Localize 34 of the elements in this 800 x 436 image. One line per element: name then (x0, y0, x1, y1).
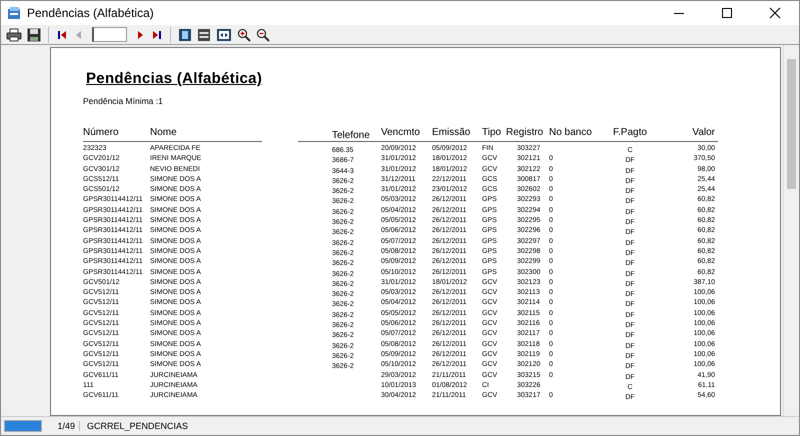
zoom-in-icon (238, 28, 251, 42)
column-header: Vencmto (381, 127, 421, 139)
report-subtitle: Pendência Mínima :1 (83, 96, 163, 106)
column-header: No banco (549, 127, 593, 139)
minimize-icon[interactable] (674, 13, 684, 14)
report-name: GCRREL_PENDENCIAS (86, 421, 188, 431)
page-count: 1/49 (45, 421, 80, 431)
save-button[interactable] (25, 26, 43, 44)
page-width-icon (198, 28, 210, 40)
app-icon (8, 7, 20, 19)
last-page-icon (153, 30, 161, 38)
column-header: Telefone (332, 130, 371, 142)
maximize-icon[interactable] (722, 8, 732, 18)
window-title: Pendências (Alfabética) (27, 6, 155, 20)
fit-page-icon (217, 28, 231, 40)
print-icon (6, 28, 22, 41)
save-icon (28, 28, 40, 41)
page-icon (179, 28, 191, 40)
column-header: Nome (150, 127, 178, 139)
close-icon[interactable] (770, 8, 780, 18)
column-header: Número (83, 127, 120, 139)
scrollbar-thumb[interactable] (787, 59, 796, 189)
column-header: Emissão (432, 127, 472, 139)
column-header: F.Pagto (612, 127, 648, 139)
zoom-out-icon (256, 28, 270, 42)
next-icon (138, 30, 143, 38)
previous-icon (76, 30, 81, 38)
print-button[interactable] (4, 26, 24, 44)
column-header: Tipo (482, 127, 502, 139)
first-page-icon (58, 30, 66, 38)
page-number-field[interactable] (92, 27, 127, 42)
column-header: Registro (506, 127, 544, 139)
report-title: Pendências (Alfabética) (86, 70, 262, 87)
column-header: Valor (691, 127, 715, 139)
